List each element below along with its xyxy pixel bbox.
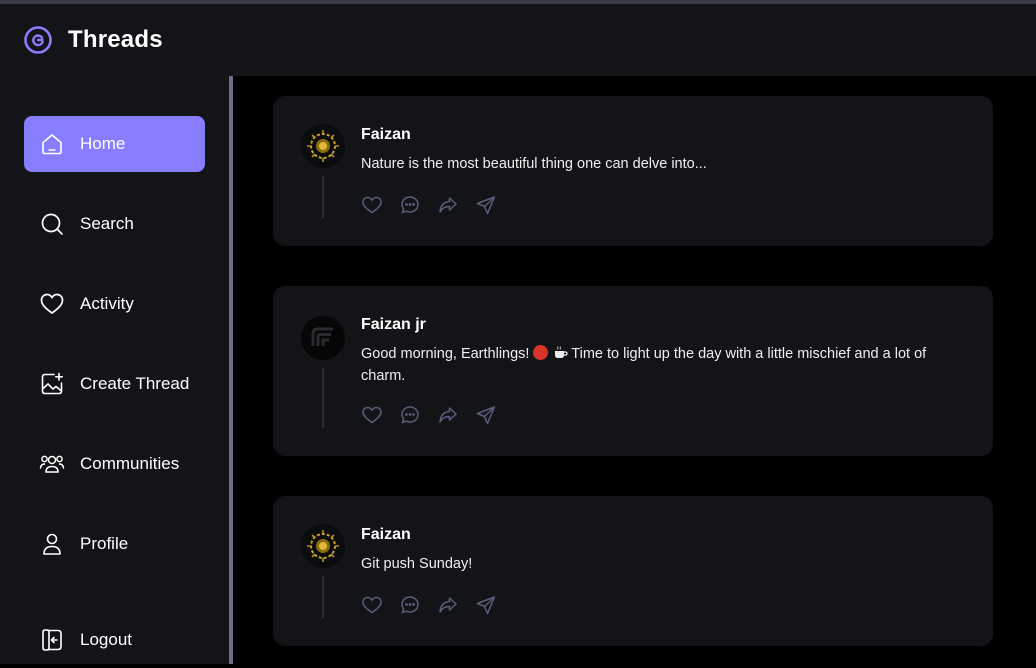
thread-text: Nature is the most beautiful thing one c… [361, 156, 707, 172]
logout-label: Logout [80, 630, 132, 649]
thread-actions [361, 194, 497, 216]
sidebar-item-label: Create Thread [80, 374, 190, 393]
threads-logo-icon[interactable] [23, 25, 53, 55]
thread-author[interactable]: Faizan [361, 126, 411, 144]
app-title[interactable]: Threads [68, 26, 163, 54]
avatar[interactable] [301, 524, 345, 568]
thread-actions [361, 594, 497, 616]
sidebar-item-communities[interactable]: Communities [24, 436, 205, 492]
sidebar-item-activity[interactable]: Activity [24, 276, 205, 332]
repost-icon[interactable] [437, 404, 459, 426]
thread-feed: Faizan Nature is the most beautiful thin… [233, 76, 1036, 664]
topbar: Threads [0, 4, 1036, 76]
share-send-icon[interactable] [475, 194, 497, 216]
coffee-emoji-icon [553, 345, 568, 366]
sidebar-item-label: Communities [80, 454, 180, 473]
sidebar-item-profile[interactable]: Profile [24, 516, 205, 572]
create-image-icon [39, 371, 65, 397]
like-heart-icon[interactable] [361, 194, 383, 216]
sidebar-item-label: Activity [80, 294, 134, 313]
reply-comment-icon[interactable] [399, 404, 421, 426]
left-sidebar: Home Search Activity Create Thread Commu… [0, 76, 229, 664]
sidebar-item-home[interactable]: Home [24, 116, 205, 172]
thread-text: Good morning, Earthlings! Time to light … [361, 344, 971, 386]
avatar[interactable] [301, 124, 345, 168]
logout-icon [39, 627, 65, 653]
like-heart-icon[interactable] [361, 404, 383, 426]
share-send-icon[interactable] [475, 594, 497, 616]
devil-emoji-icon [533, 345, 549, 360]
thread-card[interactable]: Faizan Nature is the most beautiful thin… [273, 96, 993, 246]
repost-icon[interactable] [437, 194, 459, 216]
logout-button[interactable]: Logout [24, 612, 205, 668]
thread-line [322, 368, 324, 428]
like-heart-icon[interactable] [361, 594, 383, 616]
thread-line [322, 176, 324, 218]
thread-actions [361, 404, 497, 426]
sidebar-item-label: Search [80, 214, 134, 233]
thread-author[interactable]: Faizan jr [361, 316, 426, 334]
share-send-icon[interactable] [475, 404, 497, 426]
sidebar-item-create-thread[interactable]: Create Thread [24, 356, 205, 412]
repost-icon[interactable] [437, 594, 459, 616]
home-icon [39, 131, 65, 157]
heart-icon [39, 291, 65, 317]
search-icon [39, 211, 65, 237]
sidebar-item-search[interactable]: Search [24, 196, 205, 252]
sidebar-item-label: Profile [80, 534, 129, 553]
avatar[interactable] [301, 316, 345, 360]
thread-text: Git push Sunday! [361, 556, 473, 572]
user-icon [39, 531, 65, 557]
reply-comment-icon[interactable] [399, 594, 421, 616]
sidebar-item-label: Home [80, 134, 126, 153]
thread-card[interactable]: Faizan jr Good morning, Earthlings! Time… [273, 286, 993, 456]
reply-comment-icon[interactable] [399, 194, 421, 216]
thread-text-part: Good morning, Earthlings! [361, 346, 534, 362]
thread-author[interactable]: Faizan [361, 526, 411, 544]
thread-card[interactable]: Faizan Git push Sunday! [273, 496, 993, 646]
people-icon [39, 451, 65, 477]
thread-line [322, 576, 324, 618]
